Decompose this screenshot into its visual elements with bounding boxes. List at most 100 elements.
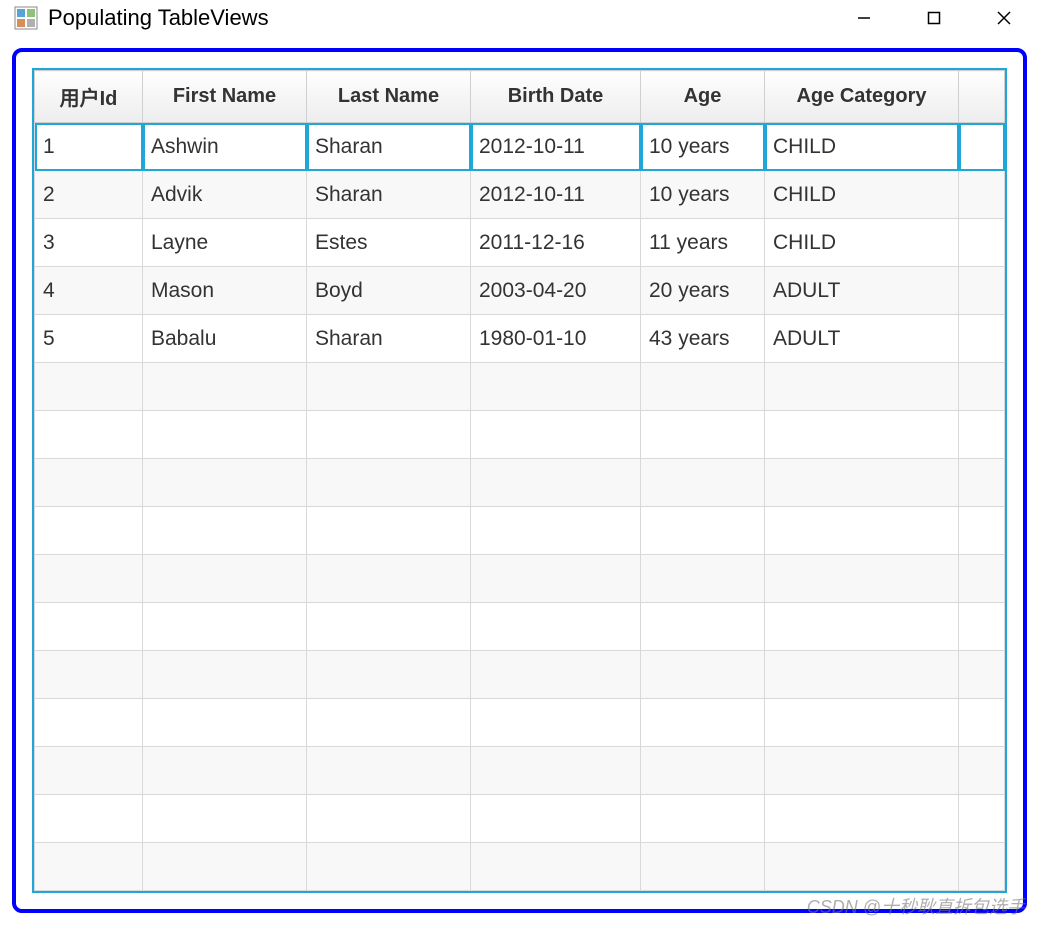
- cell-cat[interactable]: ADULT: [765, 267, 959, 315]
- cell-empty: [765, 651, 959, 699]
- cell-birth[interactable]: 2012-10-11: [471, 123, 641, 171]
- cell-empty: [35, 603, 143, 651]
- cell-first[interactable]: Advik: [143, 171, 307, 219]
- cell-id[interactable]: 5: [35, 315, 143, 363]
- table-row[interactable]: 5BabaluSharan1980-01-1043 yearsADULT: [35, 315, 1005, 363]
- cell-empty: [765, 507, 959, 555]
- cell-id[interactable]: 3: [35, 219, 143, 267]
- cell-empty: [143, 747, 307, 795]
- cell-filler: [959, 171, 1005, 219]
- table-row-empty: [35, 699, 1005, 747]
- cell-empty: [765, 843, 959, 891]
- cell-cat[interactable]: CHILD: [765, 123, 959, 171]
- cell-empty: [35, 507, 143, 555]
- cell-birth[interactable]: 2011-12-16: [471, 219, 641, 267]
- table-row-empty: [35, 507, 1005, 555]
- cell-filler: [959, 219, 1005, 267]
- cell-last[interactable]: Sharan: [307, 123, 471, 171]
- cell-birth[interactable]: 2012-10-11: [471, 171, 641, 219]
- cell-id[interactable]: 2: [35, 171, 143, 219]
- table-row-empty: [35, 363, 1005, 411]
- column-header-age[interactable]: Age: [641, 71, 765, 123]
- table-row[interactable]: 1AshwinSharan2012-10-1110 yearsCHILD: [35, 123, 1005, 171]
- cell-empty: [307, 795, 471, 843]
- cell-empty: [641, 747, 765, 795]
- cell-empty: [471, 699, 641, 747]
- cell-empty: [765, 411, 959, 459]
- cell-age[interactable]: 11 years: [641, 219, 765, 267]
- cell-empty: [641, 411, 765, 459]
- cell-empty: [765, 603, 959, 651]
- table-header: 用户Id First Name Last Name Birth Date Age…: [35, 71, 1005, 123]
- cell-empty: [641, 507, 765, 555]
- cell-empty: [765, 555, 959, 603]
- cell-last[interactable]: Boyd: [307, 267, 471, 315]
- cell-empty: [307, 747, 471, 795]
- table-row-empty: [35, 603, 1005, 651]
- cell-last[interactable]: Sharan: [307, 171, 471, 219]
- cell-age[interactable]: 10 years: [641, 123, 765, 171]
- cell-empty: [35, 795, 143, 843]
- cell-empty: [307, 507, 471, 555]
- cell-empty: [959, 459, 1005, 507]
- cell-empty: [35, 555, 143, 603]
- data-table: 用户Id First Name Last Name Birth Date Age…: [34, 70, 1005, 891]
- cell-id[interactable]: 4: [35, 267, 143, 315]
- cell-empty: [641, 651, 765, 699]
- cell-empty: [641, 603, 765, 651]
- cell-age[interactable]: 43 years: [641, 315, 765, 363]
- close-button[interactable]: [969, 0, 1039, 36]
- column-header-userid[interactable]: 用户Id: [35, 71, 143, 123]
- cell-last[interactable]: Sharan: [307, 315, 471, 363]
- cell-first[interactable]: Babalu: [143, 315, 307, 363]
- table-row-empty: [35, 795, 1005, 843]
- cell-cat[interactable]: CHILD: [765, 171, 959, 219]
- cell-empty: [765, 699, 959, 747]
- cell-empty: [143, 651, 307, 699]
- cell-empty: [143, 555, 307, 603]
- cell-cat[interactable]: CHILD: [765, 219, 959, 267]
- cell-empty: [765, 795, 959, 843]
- cell-first[interactable]: Ashwin: [143, 123, 307, 171]
- cell-empty: [471, 459, 641, 507]
- column-header-birthdate[interactable]: Birth Date: [471, 71, 641, 123]
- cell-empty: [959, 843, 1005, 891]
- cell-age[interactable]: 10 years: [641, 171, 765, 219]
- table-row[interactable]: 4MasonBoyd2003-04-2020 yearsADULT: [35, 267, 1005, 315]
- cell-age[interactable]: 20 years: [641, 267, 765, 315]
- cell-id[interactable]: 1: [35, 123, 143, 171]
- minimize-button[interactable]: [829, 0, 899, 36]
- column-header-agecategory[interactable]: Age Category: [765, 71, 959, 123]
- cell-empty: [143, 795, 307, 843]
- cell-empty: [307, 459, 471, 507]
- cell-empty: [959, 747, 1005, 795]
- maximize-button[interactable]: [899, 0, 969, 36]
- column-header-firstname[interactable]: First Name: [143, 71, 307, 123]
- cell-empty: [471, 603, 641, 651]
- content-area: 用户Id First Name Last Name Birth Date Age…: [0, 36, 1039, 925]
- cell-cat[interactable]: ADULT: [765, 315, 959, 363]
- table-row[interactable]: 2AdvikSharan2012-10-1110 yearsCHILD: [35, 171, 1005, 219]
- window-title: Populating TableViews: [48, 5, 829, 31]
- titlebar[interactable]: Populating TableViews: [0, 0, 1039, 36]
- table-view[interactable]: 用户Id First Name Last Name Birth Date Age…: [32, 68, 1007, 893]
- app-window: Populating TableViews: [0, 0, 1039, 925]
- cell-empty: [471, 651, 641, 699]
- cell-empty: [641, 843, 765, 891]
- column-header-lastname[interactable]: Last Name: [307, 71, 471, 123]
- cell-empty: [143, 507, 307, 555]
- cell-first[interactable]: Layne: [143, 219, 307, 267]
- cell-first[interactable]: Mason: [143, 267, 307, 315]
- cell-last[interactable]: Estes: [307, 219, 471, 267]
- cell-empty: [641, 363, 765, 411]
- window-controls: [829, 0, 1039, 36]
- cell-filler: [959, 123, 1005, 171]
- cell-birth[interactable]: 2003-04-20: [471, 267, 641, 315]
- cell-birth[interactable]: 1980-01-10: [471, 315, 641, 363]
- table-row-empty: [35, 411, 1005, 459]
- cell-empty: [307, 699, 471, 747]
- table-row[interactable]: 3LayneEstes2011-12-1611 yearsCHILD: [35, 219, 1005, 267]
- cell-filler: [959, 315, 1005, 363]
- cell-empty: [959, 603, 1005, 651]
- cell-empty: [35, 699, 143, 747]
